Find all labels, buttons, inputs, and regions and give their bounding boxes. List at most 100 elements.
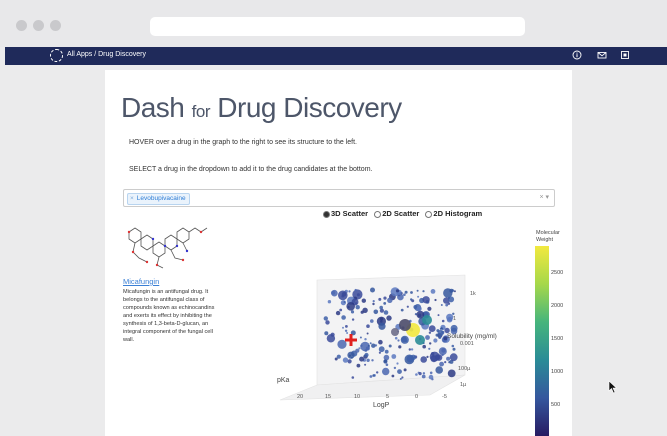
scatter-point[interactable] bbox=[417, 295, 420, 298]
scatter-point[interactable] bbox=[418, 372, 422, 376]
scatter-point[interactable] bbox=[330, 332, 335, 337]
scatter-point[interactable] bbox=[348, 290, 351, 293]
scatter-point[interactable] bbox=[344, 329, 348, 332]
scatter-point[interactable] bbox=[444, 361, 447, 364]
window-maximize-dot[interactable] bbox=[50, 20, 61, 31]
scatter-point[interactable] bbox=[433, 338, 438, 343]
scatter-point[interactable] bbox=[398, 345, 402, 349]
scatter-point[interactable] bbox=[366, 332, 369, 335]
scatter-point[interactable] bbox=[338, 290, 348, 301]
scatter-point[interactable] bbox=[399, 319, 411, 331]
scatter-point[interactable] bbox=[397, 369, 402, 374]
scatter-point[interactable] bbox=[387, 297, 393, 303]
scatter-point[interactable] bbox=[372, 302, 375, 306]
dropdown-controls[interactable]: × ▾ bbox=[539, 193, 549, 201]
scatter-point[interactable] bbox=[356, 293, 360, 297]
scatter-point[interactable] bbox=[400, 335, 409, 344]
window-close-dot[interactable] bbox=[16, 20, 27, 31]
scatter-point[interactable] bbox=[393, 366, 397, 370]
scatter-point[interactable] bbox=[439, 361, 444, 367]
scatter-point[interactable] bbox=[422, 344, 426, 349]
scatter-point[interactable] bbox=[350, 356, 353, 359]
scatter-point[interactable] bbox=[450, 324, 458, 332]
scatter-point[interactable] bbox=[428, 331, 432, 334]
scatter-point[interactable] bbox=[428, 374, 434, 380]
scatter-point[interactable] bbox=[435, 333, 439, 337]
scatter-point[interactable] bbox=[408, 348, 411, 351]
scatter-point[interactable] bbox=[422, 372, 426, 375]
scatter-point[interactable] bbox=[416, 306, 422, 312]
scatter-point[interactable] bbox=[426, 355, 429, 358]
scatter-point[interactable] bbox=[386, 315, 392, 321]
scatter-point[interactable] bbox=[342, 357, 349, 363]
scatter-point[interactable] bbox=[406, 305, 409, 308]
scatter-point[interactable] bbox=[441, 319, 445, 323]
clear-icon[interactable]: × bbox=[539, 194, 543, 201]
scatter-point[interactable] bbox=[366, 324, 370, 328]
scatter-point[interactable] bbox=[448, 296, 455, 303]
scatter-3d-plot[interactable]: 1k 1 0.001 100µ 1µ Solubility (mg/ml) 20… bbox=[255, 260, 535, 410]
scatter-point[interactable] bbox=[428, 347, 431, 350]
scatter-point[interactable] bbox=[373, 309, 379, 315]
scatter-point[interactable] bbox=[394, 336, 398, 340]
scatter-point[interactable] bbox=[437, 329, 444, 337]
scatter-point[interactable] bbox=[452, 347, 456, 351]
scatter-point[interactable] bbox=[422, 315, 432, 325]
radio-3d-scatter[interactable]: 3D Scatter bbox=[323, 209, 368, 218]
scatter-point[interactable] bbox=[361, 298, 366, 303]
scatter-point[interactable] bbox=[371, 359, 374, 362]
info-icon[interactable] bbox=[572, 50, 582, 60]
scatter-point[interactable] bbox=[378, 346, 385, 353]
scatter-point[interactable] bbox=[422, 296, 430, 304]
apps-logo-icon[interactable] bbox=[50, 49, 63, 62]
scatter-point[interactable] bbox=[367, 344, 370, 347]
scatter-point[interactable] bbox=[382, 367, 390, 376]
scatter-point[interactable] bbox=[395, 289, 400, 293]
scatter-point[interactable] bbox=[370, 319, 374, 323]
scatter-point[interactable] bbox=[346, 332, 349, 334]
scatter-point[interactable] bbox=[435, 366, 443, 374]
scatter-point[interactable] bbox=[378, 351, 381, 354]
scatter-point[interactable] bbox=[451, 344, 455, 348]
scatter-point[interactable] bbox=[383, 296, 387, 300]
scatter-point[interactable] bbox=[449, 353, 458, 362]
scatter-point[interactable] bbox=[343, 301, 346, 303]
drug-dropdown[interactable]: × Levobupivacaine × ▾ bbox=[123, 189, 555, 207]
scatter-point[interactable] bbox=[452, 312, 455, 315]
scatter-point[interactable] bbox=[421, 374, 426, 379]
scatter-point[interactable] bbox=[416, 289, 419, 292]
scatter-point[interactable] bbox=[438, 347, 447, 356]
scatter-point[interactable] bbox=[369, 375, 373, 378]
radio-2d-scatter[interactable]: 2D Scatter bbox=[374, 209, 419, 218]
scatter-point[interactable] bbox=[410, 348, 414, 351]
scatter-point[interactable] bbox=[447, 369, 456, 378]
scatter-point[interactable] bbox=[378, 339, 383, 345]
scatter-point[interactable] bbox=[364, 352, 369, 358]
scatter-point[interactable] bbox=[429, 351, 440, 362]
selected-drug-link[interactable]: Micafungin bbox=[123, 277, 159, 286]
scatter-point[interactable] bbox=[446, 356, 451, 361]
scatter-point[interactable] bbox=[341, 315, 346, 320]
scatter-point[interactable] bbox=[360, 344, 363, 347]
scatter-point[interactable] bbox=[372, 300, 375, 303]
scatter-point[interactable] bbox=[358, 347, 361, 350]
scatter-point[interactable] bbox=[331, 289, 338, 297]
scatter-point[interactable] bbox=[400, 308, 404, 312]
scatter-point[interactable] bbox=[429, 371, 433, 375]
scatter-point[interactable] bbox=[335, 310, 341, 316]
breadcrumb[interactable]: All Apps / Drug Discovery bbox=[67, 51, 146, 58]
selected-drug-tag[interactable]: × Levobupivacaine bbox=[127, 193, 190, 205]
scatter-point[interactable] bbox=[364, 363, 367, 366]
scatter-point[interactable] bbox=[351, 376, 355, 379]
address-bar[interactable] bbox=[150, 17, 525, 36]
scatter-point[interactable] bbox=[415, 373, 418, 376]
scatter-point[interactable] bbox=[391, 328, 399, 336]
scatter-point[interactable] bbox=[438, 336, 442, 339]
scatter-point[interactable] bbox=[383, 302, 387, 305]
scatter-point[interactable] bbox=[446, 316, 453, 323]
scatter-point[interactable] bbox=[339, 308, 343, 312]
scatter-point[interactable] bbox=[369, 342, 372, 345]
scatter-point[interactable] bbox=[324, 331, 329, 336]
scatter-point[interactable] bbox=[351, 318, 355, 321]
scatter-point[interactable] bbox=[434, 298, 437, 302]
